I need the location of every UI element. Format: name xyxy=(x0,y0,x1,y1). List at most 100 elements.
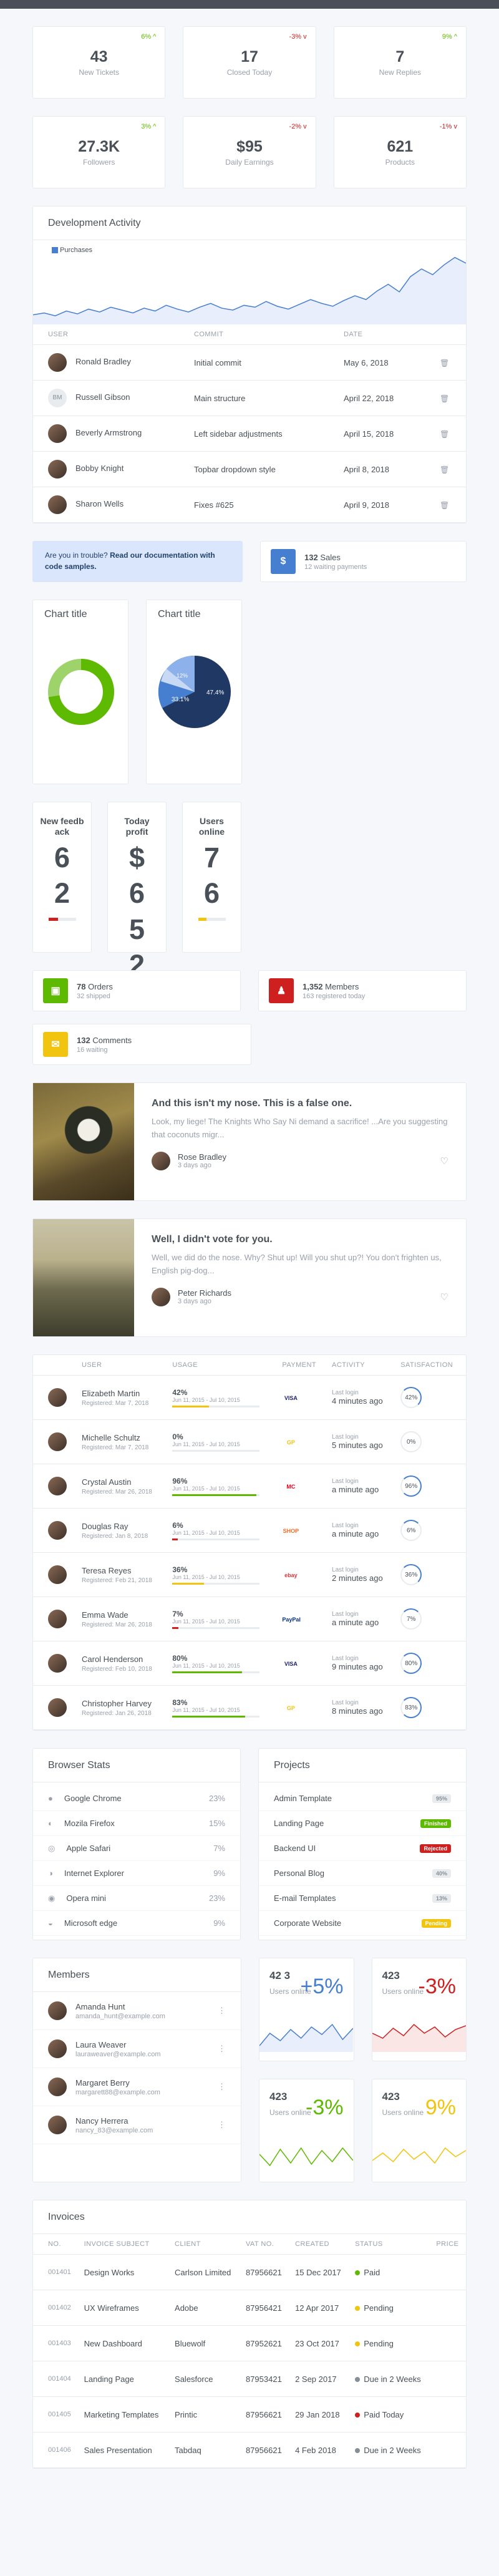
registered-date: Registered: Mar 26, 2018 xyxy=(82,1488,152,1495)
invoice-status: Due in 2 Weeks xyxy=(364,2445,421,2455)
pie-label-3: 12% xyxy=(177,673,188,679)
usage-fill xyxy=(172,1494,256,1496)
invoice-client: Tabdaq xyxy=(170,2432,241,2468)
browser-stats-card: Browser Stats ● Google Chrome 23% ◐ Mozila F… xyxy=(32,1748,241,1940)
stat-label: New Tickets xyxy=(79,68,119,77)
column-header: Payment xyxy=(277,1355,327,1376)
project-name[interactable]: E-mail Templates xyxy=(274,1893,336,1903)
column-header: No. xyxy=(33,2234,79,2255)
avatar xyxy=(48,1698,67,1717)
invoice-subject[interactable]: New Dashboard xyxy=(79,2325,170,2361)
invoice-subject[interactable]: Design Works xyxy=(79,2254,170,2290)
column-header: Client xyxy=(170,2234,241,2255)
digit: 5 xyxy=(128,913,145,945)
users-table-card: User Usage Payment Activity Satisfaction Eli… xyxy=(32,1354,467,1731)
usage-bar xyxy=(172,1405,260,1407)
heart-icon[interactable]: ♡ xyxy=(440,1291,448,1303)
more-icon[interactable]: ⋮ xyxy=(218,2120,226,2130)
trash-icon[interactable]: 🗑 xyxy=(440,394,449,403)
usage-fill xyxy=(172,1405,210,1407)
usage-percent: 36% xyxy=(172,1565,188,1574)
spark-change: -3% xyxy=(418,1975,456,1998)
browser-name: Google Chrome xyxy=(64,1794,122,1803)
member-email: lauraweaver@example.com xyxy=(75,2050,161,2058)
project-name[interactable]: Personal Blog xyxy=(274,1869,324,1878)
usage-bar xyxy=(172,1671,260,1673)
column-header: User xyxy=(33,324,189,345)
orders-card: ▣ 78 Orders 32 shipped xyxy=(32,970,241,1011)
user-name: Christopher Harvey xyxy=(82,1698,152,1708)
heart-icon[interactable]: ♡ xyxy=(440,1155,448,1167)
satisfaction-ring: 0% xyxy=(400,1431,422,1452)
more-icon[interactable]: ⋮ xyxy=(218,2082,226,2092)
member-email: margarett88@example.com xyxy=(75,2088,160,2096)
blog-post-card: And this isn't my nose. This is a false … xyxy=(32,1082,467,1201)
trash-icon[interactable]: 🗑 xyxy=(440,359,449,367)
column-header: Created xyxy=(290,2234,351,2255)
table-row: BM Russell Gibson Main structure April 22, … xyxy=(33,380,466,416)
more-icon[interactable]: ⋮ xyxy=(218,2006,226,2016)
usage-range: Jun 11, 2015 - Jul 10, 2015 xyxy=(172,1485,240,1492)
invoice-subject[interactable]: Sales Presentation xyxy=(79,2432,170,2468)
invoice-price xyxy=(431,2432,466,2468)
project-name[interactable]: Landing Page xyxy=(274,1819,324,1828)
table-row: Crystal Austin Registered: Mar 26, 2018 96… xyxy=(33,1464,466,1509)
avatar xyxy=(152,1151,170,1170)
trash-icon[interactable]: 🗑 xyxy=(440,430,449,439)
status-dot xyxy=(355,2377,361,2383)
usage-percent: 7% xyxy=(172,1609,183,1618)
invoice-subject[interactable]: Marketing Templates xyxy=(79,2396,170,2433)
development-activity-card: Development Activity Purchases User Commi… xyxy=(32,206,467,523)
activity-label: Last login xyxy=(332,1655,359,1662)
invoice-created: 4 Feb 2018 xyxy=(290,2432,351,2468)
invoice-subject[interactable]: Landing Page xyxy=(79,2361,170,2397)
progress-fill xyxy=(198,917,206,921)
stat-value: 17 xyxy=(241,48,258,66)
column-header: Activity xyxy=(327,1355,396,1376)
invoice-number: 001401 xyxy=(33,2254,79,2290)
project-name[interactable]: Corporate Website xyxy=(274,1918,341,1928)
invoice-subject[interactable]: UX Wireframes xyxy=(79,2290,170,2326)
trash-icon[interactable]: 🗑 xyxy=(440,465,449,474)
invoice-number: 001403 xyxy=(33,2325,79,2361)
user-name: Emma Wade xyxy=(82,1610,128,1620)
list-item: Backend UI Rejected xyxy=(259,1836,466,1861)
post-author[interactable]: Rose Bradley xyxy=(178,1152,226,1162)
invoice-client: Salesforce xyxy=(170,2361,241,2397)
activity-label: Last login xyxy=(332,1478,359,1485)
chart-card-pie: Chart title 47.4% 33.1% 12% xyxy=(146,600,242,784)
avatar xyxy=(48,495,67,514)
more-icon[interactable]: ⋮ xyxy=(218,2044,226,2054)
activity-label: Last login xyxy=(332,1389,359,1396)
status-badge: 40% xyxy=(432,1869,451,1878)
post-title[interactable]: Well, I didn't vote for you. xyxy=(152,1234,448,1245)
stat-change: -1% v xyxy=(439,123,457,130)
invoice-status: Paid xyxy=(364,2267,380,2277)
member-email: amanda_hunt@example.com xyxy=(75,2012,165,2020)
status-badge: Pending xyxy=(421,1918,451,1928)
project-name[interactable]: Backend UI xyxy=(274,1844,316,1853)
stat-card: -3% v 17 Closed Today xyxy=(183,26,316,99)
post-author[interactable]: Peter Richards xyxy=(178,1288,231,1298)
member-item: Nancy Herrera nancy_83@example.com ⋮ xyxy=(33,2106,241,2144)
browser-name: Internet Explorer xyxy=(64,1869,124,1878)
chart-card-donut: Chart title xyxy=(32,600,128,784)
table-row: 001405 Marketing Templates Printic 87956621… xyxy=(33,2396,466,2433)
spark-change: +5% xyxy=(300,1975,344,1998)
spark-value: 423 xyxy=(382,2091,400,2102)
avatar xyxy=(152,1287,170,1306)
spark-fill xyxy=(259,2024,353,2052)
post-title[interactable]: And this isn't my nose. This is a false … xyxy=(152,1098,448,1109)
payment-icon: MC xyxy=(286,1484,296,1490)
invoice-price xyxy=(431,2290,466,2326)
usage-bar xyxy=(172,1582,260,1585)
registered-date: Registered: Mar 7, 2018 xyxy=(82,1399,149,1407)
invoice-created: 2 Sep 2017 xyxy=(290,2361,351,2397)
project-name[interactable]: Admin Template xyxy=(274,1794,332,1803)
digit: 2 xyxy=(54,877,70,910)
spark-value: 423 xyxy=(269,2091,288,2102)
spark-value: 423 xyxy=(382,1970,400,1981)
stat-change: -2% v xyxy=(289,123,307,130)
trash-icon[interactable]: 🗑 xyxy=(440,501,449,510)
usage-range: Jun 11, 2015 - Jul 10, 2015 xyxy=(172,1529,240,1536)
